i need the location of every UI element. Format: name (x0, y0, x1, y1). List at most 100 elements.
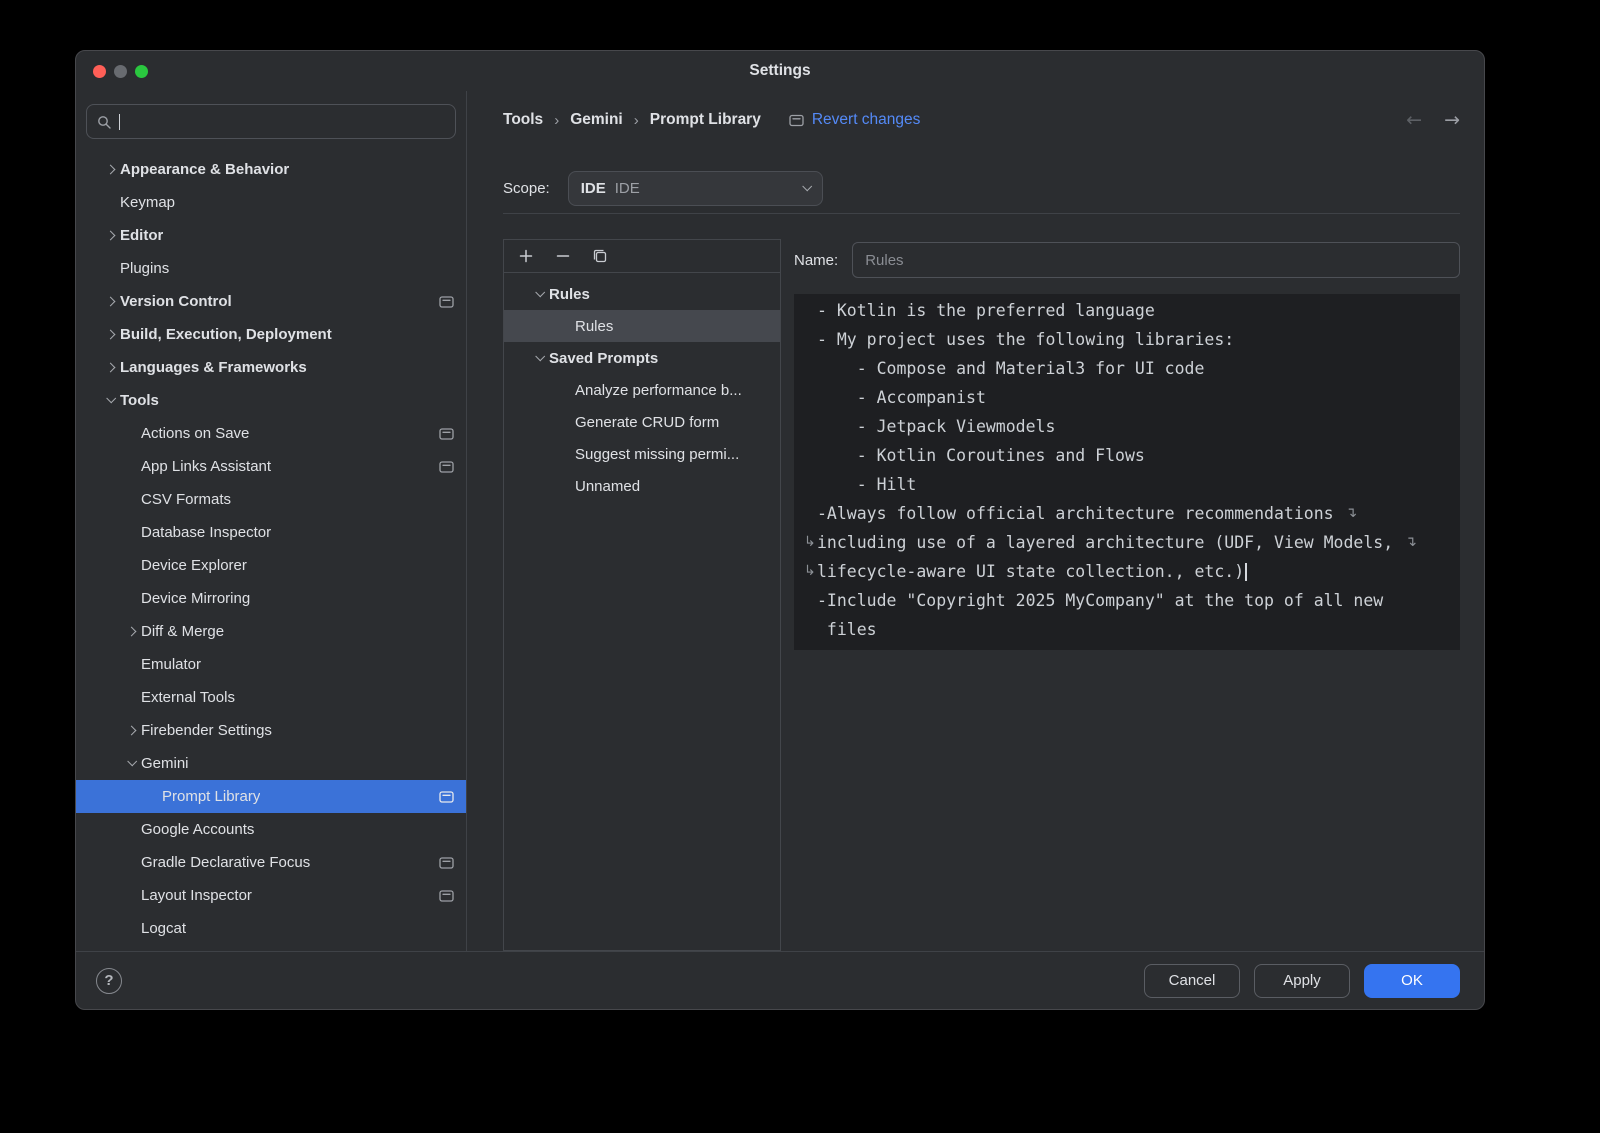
close-window-button[interactable] (93, 65, 106, 78)
forward-arrow-button[interactable]: → (1444, 109, 1460, 131)
sidebar-item-prompt-library[interactable]: Prompt Library (76, 780, 466, 813)
cancel-button[interactable]: Cancel (1144, 964, 1240, 998)
chevron-slot (529, 355, 549, 362)
sidebar-item-label: Gemini (141, 755, 189, 772)
prompt-name-row: Name: (794, 242, 1460, 278)
chevron-down-icon (535, 351, 545, 361)
sidebar-item-layout-inspector[interactable]: Layout Inspector (76, 879, 466, 912)
prompt-item-label: Unnamed (575, 478, 640, 495)
breadcrumb-tools[interactable]: Tools (503, 111, 543, 129)
sidebar-item-google-accounts[interactable]: Google Accounts (76, 813, 466, 846)
sidebar-item-emulator[interactable]: Emulator (76, 648, 466, 681)
prompt-item-suggest-missing-permi[interactable]: Suggest missing permi... (504, 438, 780, 470)
remove-prompt-button[interactable] (553, 246, 573, 266)
editor-line: - My project uses the following librarie… (804, 325, 1450, 354)
search-input[interactable] (127, 113, 446, 130)
scope-select[interactable]: IDE IDE (568, 171, 823, 206)
sidebar-item-editor[interactable]: Editor (76, 219, 466, 252)
add-prompt-button[interactable] (516, 246, 536, 266)
chevron-down-icon (802, 181, 812, 191)
sidebar-item-plugins[interactable]: Plugins (76, 252, 466, 285)
prompt-detail: Name: - Kotlin is the preferred language… (794, 239, 1460, 951)
apply-button[interactable]: Apply (1254, 964, 1350, 998)
prompt-item-rules[interactable]: Rules (504, 310, 780, 342)
chevron-right-icon (105, 297, 115, 307)
sidebar-item-label: Emulator (141, 656, 201, 673)
sidebar-item-appearance-behavior[interactable]: Appearance & Behavior (76, 153, 466, 186)
prompt-name-input[interactable] (852, 242, 1460, 278)
help-button[interactable]: ? (96, 968, 122, 994)
prompt-item-label: Saved Prompts (549, 350, 658, 367)
sidebar-item-device-mirroring[interactable]: Device Mirroring (76, 582, 466, 615)
sidebar-item-database-inspector[interactable]: Database Inspector (76, 516, 466, 549)
sidebar-item-actions-on-save[interactable]: Actions on Save (76, 417, 466, 450)
soft-wrap-end-icon: ↴ (1346, 499, 1358, 528)
sidebar-item-label: Diff & Merge (141, 623, 224, 640)
prompt-item-analyze-performance-b[interactable]: Analyze performance b... (504, 374, 780, 406)
sidebar-item-languages-frameworks[interactable]: Languages & Frameworks (76, 351, 466, 384)
sidebar-item-label: Tools (120, 392, 159, 409)
prompt-editor[interactable]: - Kotlin is the preferred language- My p… (794, 294, 1460, 650)
sidebar-item-gradle-declarative-focus[interactable]: Gradle Declarative Focus (76, 846, 466, 879)
chevron-right-icon (126, 726, 136, 736)
ok-button[interactable]: OK (1364, 964, 1460, 998)
editor-line-text: - My project uses the following librarie… (817, 325, 1234, 354)
zoom-window-button[interactable] (135, 65, 148, 78)
chevron-down-icon (127, 756, 137, 766)
prompt-group-saved-prompts[interactable]: Saved Prompts (504, 342, 780, 374)
chevron-slot (100, 166, 120, 173)
breadcrumb-separator: › (554, 112, 559, 129)
breadcrumb-gemini[interactable]: Gemini (570, 111, 623, 129)
minimize-window-button[interactable] (114, 65, 127, 78)
question-mark-icon: ? (104, 972, 113, 989)
editor-line-text: lifecycle-aware UI state collection., et… (817, 557, 1244, 586)
sidebar-item-label: Device Explorer (141, 557, 247, 574)
editor-line: -Always follow official architecture rec… (804, 499, 1450, 528)
prompt-group-rules[interactable]: Rules (504, 278, 780, 310)
sidebar-item-diff-merge[interactable]: Diff & Merge (76, 615, 466, 648)
editor-line-text: including use of a layered architecture … (817, 528, 1403, 557)
soft-wrap-end-icon: ↴ (1405, 528, 1417, 557)
ide-settings-icon (439, 427, 454, 440)
editor-line: -Include "Copyright 2025 MyCompany" at t… (804, 586, 1450, 615)
sidebar-item-app-links-assistant[interactable]: App Links Assistant (76, 450, 466, 483)
chevron-slot (121, 628, 141, 635)
breadcrumb-prompt-library[interactable]: Prompt Library (650, 111, 761, 129)
sidebar-item-csv-formats[interactable]: CSV Formats (76, 483, 466, 516)
chevron-right-icon (105, 330, 115, 340)
sidebar-item-label: External Tools (141, 689, 235, 706)
sidebar-item-label: Gradle Declarative Focus (141, 854, 310, 871)
sidebar-item-external-tools[interactable]: External Tools (76, 681, 466, 714)
section-divider (503, 213, 1460, 214)
sidebar-item-tools[interactable]: Tools (76, 384, 466, 417)
sidebar-item-logcat[interactable]: Logcat (76, 912, 466, 945)
editor-line: files (804, 615, 1450, 644)
sidebar-item-label: Database Inspector (141, 524, 271, 541)
ide-settings-icon (439, 790, 454, 803)
text-caret (119, 114, 120, 130)
titlebar[interactable]: Settings (76, 51, 1484, 91)
sidebar-item-firebender-settings[interactable]: Firebender Settings (76, 714, 466, 747)
sidebar-item-keymap[interactable]: Keymap (76, 186, 466, 219)
sidebar-item-gemini[interactable]: Gemini (76, 747, 466, 780)
editor-line: - Hilt (804, 470, 1450, 499)
prompt-item-unnamed[interactable]: Unnamed (504, 470, 780, 502)
settings-content: Tools › Gemini › Prompt Library Revert c… (467, 91, 1484, 951)
revert-changes-link[interactable]: Revert changes (812, 111, 921, 129)
sidebar-item-label: Build, Execution, Deployment (120, 326, 332, 343)
sidebar-item-label: Logcat (141, 920, 186, 937)
sidebar-item-label: Device Mirroring (141, 590, 250, 607)
duplicate-prompt-button[interactable] (590, 246, 610, 266)
sidebar-item-build-execution-deployment[interactable]: Build, Execution, Deployment (76, 318, 466, 351)
prompt-item-generate-crud-form[interactable]: Generate CRUD form (504, 406, 780, 438)
sidebar-item-version-control[interactable]: Version Control (76, 285, 466, 318)
sidebar-item-label: Actions on Save (141, 425, 249, 442)
back-arrow-button[interactable]: ← (1406, 109, 1422, 131)
chevron-down-icon (535, 287, 545, 297)
settings-search[interactable] (86, 104, 456, 139)
editor-line-text: files (817, 615, 877, 644)
editor-line-text: - Jetpack Viewmodels (817, 412, 1055, 441)
editor-line: - Kotlin is the preferred language (804, 296, 1450, 325)
chevron-right-icon (126, 627, 136, 637)
sidebar-item-device-explorer[interactable]: Device Explorer (76, 549, 466, 582)
